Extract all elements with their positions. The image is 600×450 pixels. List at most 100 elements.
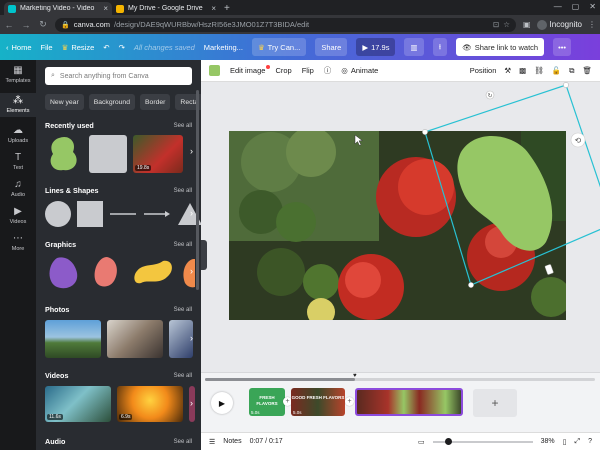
- pink-blob-graphic[interactable]: [89, 255, 127, 291]
- chevron-right-icon[interactable]: ›: [190, 398, 193, 408]
- present-play-button[interactable]: ▶ 17.9s: [356, 38, 396, 56]
- rail-item-uploads[interactable]: ☁ Uploads: [0, 126, 36, 145]
- add-transition-icon[interactable]: +: [345, 397, 354, 406]
- photo-thumbnail-people[interactable]: [107, 320, 163, 358]
- timeline-play-button[interactable]: ▶: [211, 392, 233, 414]
- close-window-icon[interactable]: ✕: [589, 2, 596, 11]
- paint-roller-icon[interactable]: ⚒: [504, 66, 511, 75]
- purple-blob-graphic[interactable]: [45, 255, 83, 291]
- back-icon[interactable]: ←: [4, 20, 14, 30]
- install-icon[interactable]: ⊡: [493, 20, 499, 29]
- download-button[interactable]: ⭳: [432, 38, 448, 56]
- video-thumbnail-fire[interactable]: 6.9s: [117, 386, 183, 422]
- yellow-blob-graphic[interactable]: [133, 255, 175, 291]
- duplicate-icon[interactable]: ⧉: [569, 66, 574, 76]
- more-options-button[interactable]: •••: [553, 38, 572, 56]
- maximize-icon[interactable]: ▢: [572, 2, 580, 11]
- file-menu-button[interactable]: File: [41, 43, 53, 52]
- green-blob-thumbnail[interactable]: [45, 134, 83, 174]
- panel-scrollbar[interactable]: [196, 90, 199, 290]
- timeline-clip-3-selected[interactable]: [355, 388, 463, 416]
- resize-handle[interactable]: [468, 282, 474, 288]
- see-all-link[interactable]: See all: [174, 188, 192, 194]
- rail-item-audio[interactable]: ♫ Audio: [0, 180, 36, 199]
- zoom-slider-knob[interactable]: [444, 437, 452, 445]
- color-swatch[interactable]: [209, 65, 220, 76]
- insights-button[interactable]: ▥: [404, 38, 424, 56]
- grid-view-icon[interactable]: ▭: [418, 438, 425, 446]
- incognito-badge[interactable]: Incognito: [536, 19, 582, 30]
- rotate-handle-icon[interactable]: ↻: [485, 90, 495, 100]
- chevron-right-icon[interactable]: ›: [190, 146, 193, 156]
- gray-square-thumbnail[interactable]: [89, 135, 127, 173]
- rail-item-elements[interactable]: ⁂ Elements: [0, 93, 36, 117]
- browser-tab-drive[interactable]: My Drive - Google Drive ×: [112, 2, 220, 15]
- close-tab-icon[interactable]: ×: [103, 4, 108, 13]
- flip-button[interactable]: Flip: [302, 66, 314, 75]
- rail-item-videos[interactable]: ▶ Videos: [0, 207, 36, 226]
- url-field[interactable]: 🔒 canva.com/design/DAE9qWURBbw/HszRI56e3…: [55, 17, 516, 32]
- circle-shape[interactable]: [45, 201, 71, 227]
- notes-button[interactable]: Notes: [223, 438, 241, 445]
- bookmark-star-icon[interactable]: ☆: [503, 20, 510, 29]
- regenerate-button[interactable]: ⟲: [570, 132, 586, 148]
- resize-handle[interactable]: [563, 82, 569, 88]
- design-canvas[interactable]: ↻ ⟲: [201, 82, 600, 372]
- design-title[interactable]: Marketing...: [204, 43, 243, 52]
- rail-item-text[interactable]: T Text: [0, 153, 36, 172]
- crop-button[interactable]: Crop: [275, 66, 291, 75]
- timeline-clip-1[interactable]: FRESH FLAVORS 5.0s: [249, 388, 285, 416]
- minimize-icon[interactable]: —: [554, 2, 562, 11]
- notes-icon[interactable]: ☰: [209, 438, 215, 446]
- new-tab-icon[interactable]: +: [224, 2, 230, 15]
- fullscreen-icon[interactable]: ⤢: [574, 438, 580, 446]
- browser-menu-icon[interactable]: ⋮: [588, 20, 596, 29]
- resize-handle[interactable]: [422, 129, 428, 135]
- delete-icon[interactable]: 🗑: [582, 66, 592, 75]
- panel-collapse-handle[interactable]: [201, 240, 207, 270]
- chevron-right-icon[interactable]: ›: [190, 266, 193, 276]
- share-link-button[interactable]: 👁 Share link to watch: [456, 38, 545, 56]
- rail-item-templates[interactable]: ▦ Templates: [0, 66, 36, 85]
- chip-new-year[interactable]: New year: [45, 94, 84, 110]
- link-icon[interactable]: ⛓: [534, 66, 544, 75]
- search-input[interactable]: ⌕ Search anything from Canva: [45, 67, 192, 85]
- timeline-clip-2[interactable]: GOOD FRESH FLAVORS 5.0s: [291, 388, 345, 416]
- see-all-link[interactable]: See all: [174, 373, 192, 379]
- undo-button[interactable]: ↶: [103, 43, 109, 52]
- position-button[interactable]: Position: [470, 66, 497, 75]
- home-button[interactable]: ‹ Home: [6, 43, 32, 52]
- vegetables-video-thumbnail[interactable]: 19.8s: [133, 135, 183, 173]
- extension-icon[interactable]: ▣: [523, 20, 531, 29]
- help-icon[interactable]: ?: [588, 438, 592, 445]
- square-shape[interactable]: [77, 201, 103, 227]
- see-all-link[interactable]: See all: [174, 307, 192, 313]
- animate-button[interactable]: ◎ Animate: [341, 66, 378, 75]
- video-thumbnail-waterfall[interactable]: 11.6s: [45, 386, 111, 422]
- page-count-icon[interactable]: ▯: [563, 438, 567, 446]
- playhead-icon[interactable]: ♥: [353, 373, 357, 379]
- edit-image-button[interactable]: Edit image: [230, 65, 271, 75]
- see-all-link[interactable]: See all: [174, 439, 192, 445]
- info-icon[interactable]: ⓘ: [324, 65, 332, 76]
- browser-tab-canva[interactable]: Marketing Video - Video ×: [4, 2, 112, 15]
- chevron-right-icon[interactable]: ›: [190, 208, 193, 218]
- forward-icon[interactable]: →: [21, 20, 31, 30]
- zoom-level[interactable]: 38%: [541, 438, 555, 445]
- close-tab-icon[interactable]: ×: [211, 4, 216, 13]
- zoom-slider[interactable]: [432, 437, 533, 445]
- add-page-button[interactable]: +: [473, 389, 517, 417]
- rail-item-more[interactable]: ⋯ More: [0, 234, 36, 253]
- share-button[interactable]: Share: [315, 38, 348, 56]
- timeline-scrubber[interactable]: [205, 378, 595, 381]
- redo-button[interactable]: ↷: [119, 43, 125, 52]
- chip-background[interactable]: Background: [88, 94, 135, 110]
- see-all-link[interactable]: See all: [174, 123, 192, 129]
- try-canva-pro-button[interactable]: ♛ Try Can...: [251, 38, 307, 56]
- see-all-link[interactable]: See all: [174, 242, 192, 248]
- line-shape[interactable]: [109, 201, 137, 227]
- lock-icon[interactable]: 🔓: [552, 66, 561, 75]
- arrow-line-shape[interactable]: [143, 201, 171, 227]
- chip-border[interactable]: Border: [140, 94, 171, 110]
- reload-icon[interactable]: ↻: [38, 19, 48, 30]
